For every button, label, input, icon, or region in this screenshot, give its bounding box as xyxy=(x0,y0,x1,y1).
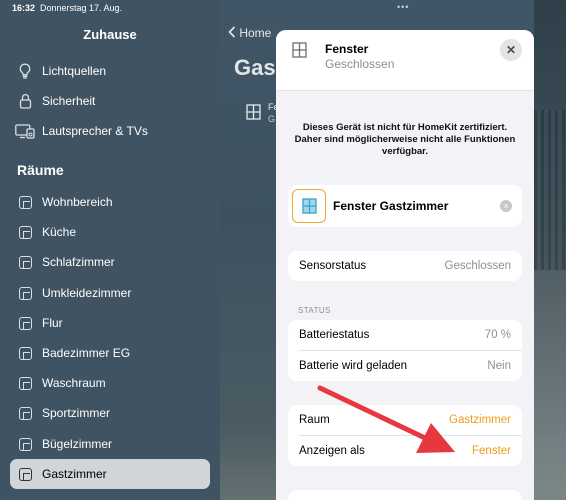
sidebar-room-flur[interactable]: Flur xyxy=(10,308,210,338)
accessory-details-sheet: Fenster Geschlossen ✕ Dieses Gerät ist n… xyxy=(276,30,534,500)
accessory-name-card: Fenster Gastzimmer × xyxy=(288,185,522,227)
certification-warning: Dieses Gerät ist nicht für HomeKit zerti… xyxy=(294,122,516,157)
accessory-tile-status: G xyxy=(268,114,276,124)
sheet-subtitle: Geschlossen xyxy=(325,57,395,71)
sidebar-title: Zuhause xyxy=(83,27,137,42)
room-icon xyxy=(18,346,32,360)
sidebar-room-label: Waschraum xyxy=(42,376,106,390)
sidebar-room-umkleidezimmer[interactable]: Umkleidezimmer xyxy=(10,278,210,308)
back-button[interactable]: Home xyxy=(228,26,271,40)
battery-card: Batteriestatus 70 % Batterie wird gelade… xyxy=(288,320,522,381)
tv-icon xyxy=(10,123,40,139)
sensor-card: Sensorstatus Geschlossen xyxy=(288,251,522,281)
sidebar-item-label: Lichtquellen xyxy=(42,64,107,78)
sidebar-item-lautsprecher[interactable]: Lautsprecher & TVs xyxy=(10,116,210,146)
sidebar-room-label: Gastzimmer xyxy=(42,467,107,481)
room-icon xyxy=(18,255,32,269)
window-icon xyxy=(292,42,307,63)
sidebar-room-label: Flur xyxy=(42,316,63,330)
sidebar-item-lichtquellen[interactable]: Lichtquellen xyxy=(10,56,210,86)
room-title: Gas xyxy=(234,55,276,80)
room-icon xyxy=(18,286,32,300)
battery-charging-row: Batterie wird geladen Nein xyxy=(288,351,522,381)
row-value: Geschlossen xyxy=(444,260,511,272)
sidebar-room-label: Bügelzimmer xyxy=(42,437,113,451)
room-icon xyxy=(18,376,32,390)
row-label: Anzeigen als xyxy=(299,445,365,457)
sensor-status-row: Sensorstatus Geschlossen xyxy=(288,251,522,281)
sidebar-room-buegelzimmer[interactable]: Bügelzimmer xyxy=(10,429,210,459)
sidebar-room-label: Wohnbereich xyxy=(42,195,113,209)
sidebar-item-label: Sicherheit xyxy=(42,94,96,108)
row-value: Nein xyxy=(487,360,511,372)
room-icon xyxy=(18,195,32,209)
bed-background xyxy=(534,110,566,270)
row-label: Raum xyxy=(299,414,330,426)
sidebar-room-label: Schlafzimmer xyxy=(42,255,115,269)
close-icon: ✕ xyxy=(505,43,517,57)
room-icon xyxy=(18,437,32,451)
battery-status-row: Batteriestatus 70 % xyxy=(288,320,522,350)
row-label: Batteriestatus xyxy=(299,329,370,341)
row-value[interactable]: Gastzimmer xyxy=(449,414,511,426)
back-label: Home xyxy=(239,26,272,40)
row-label: Sensorstatus xyxy=(299,260,367,272)
room-icon xyxy=(18,225,32,239)
rooms-section-title: Räume xyxy=(17,162,64,178)
room-icon xyxy=(18,467,32,481)
next-card xyxy=(288,490,522,500)
sidebar-room-label: Umkleidezimmer xyxy=(42,286,132,300)
sidebar-room-gastzimmer[interactable]: Gastzimmer xyxy=(10,459,210,489)
sidebar-item-sicherheit[interactable]: Sicherheit xyxy=(10,86,210,116)
room-icon xyxy=(18,406,32,420)
lightbulb-icon xyxy=(10,63,40,79)
sheet-header: Fenster Geschlossen ✕ xyxy=(276,30,534,91)
sidebar-room-label: Küche xyxy=(42,225,77,239)
status-date: Donnerstag 17. Aug. xyxy=(40,3,123,13)
sidebar-item-label: Lautsprecher & TVs xyxy=(42,124,148,138)
room-icon xyxy=(18,316,32,330)
chevron-left-icon xyxy=(228,26,236,38)
room-settings-card: Raum Gastzimmer Anzeigen als Fenster xyxy=(288,405,522,466)
room-row[interactable]: Raum Gastzimmer xyxy=(288,405,522,435)
sidebar-room-wohnbereich[interactable]: Wohnbereich xyxy=(10,187,210,217)
display-as-row[interactable]: Anzeigen als Fenster xyxy=(288,436,522,466)
sidebar-room-label: Sportzimmer xyxy=(42,406,111,420)
sidebar-room-waschraum[interactable]: Waschraum xyxy=(10,368,210,398)
sidebar-room-schlafzimmer[interactable]: Schlafzimmer xyxy=(10,247,210,277)
sidebar-room-sportzimmer[interactable]: Sportzimmer xyxy=(10,398,210,428)
lock-icon xyxy=(10,93,40,109)
accessory-name-field[interactable]: Fenster Gastzimmer xyxy=(333,199,448,213)
window-icon xyxy=(246,104,261,125)
row-value: 70 % xyxy=(484,329,511,341)
close-button[interactable]: ✕ xyxy=(500,39,522,61)
sidebar-room-badezimmer-eg[interactable]: Badezimmer EG xyxy=(10,338,210,368)
sidebar: 16:32 Donnerstag 17. Aug. Zuhause Lichtq… xyxy=(0,0,220,500)
clear-text-icon[interactable]: × xyxy=(500,200,512,212)
status-time: 16:32 xyxy=(12,3,36,13)
multitasking-dots[interactable]: ••• xyxy=(397,2,409,12)
window-icon[interactable] xyxy=(292,189,326,223)
sidebar-room-label: Badezimmer EG xyxy=(42,346,131,360)
row-label: Batterie wird geladen xyxy=(299,360,408,372)
status-section-header: STATUS xyxy=(298,306,331,315)
sheet-title: Fenster xyxy=(325,42,369,56)
row-value[interactable]: Fenster xyxy=(472,445,511,457)
sidebar-room-kueche[interactable]: Küche xyxy=(10,217,210,247)
